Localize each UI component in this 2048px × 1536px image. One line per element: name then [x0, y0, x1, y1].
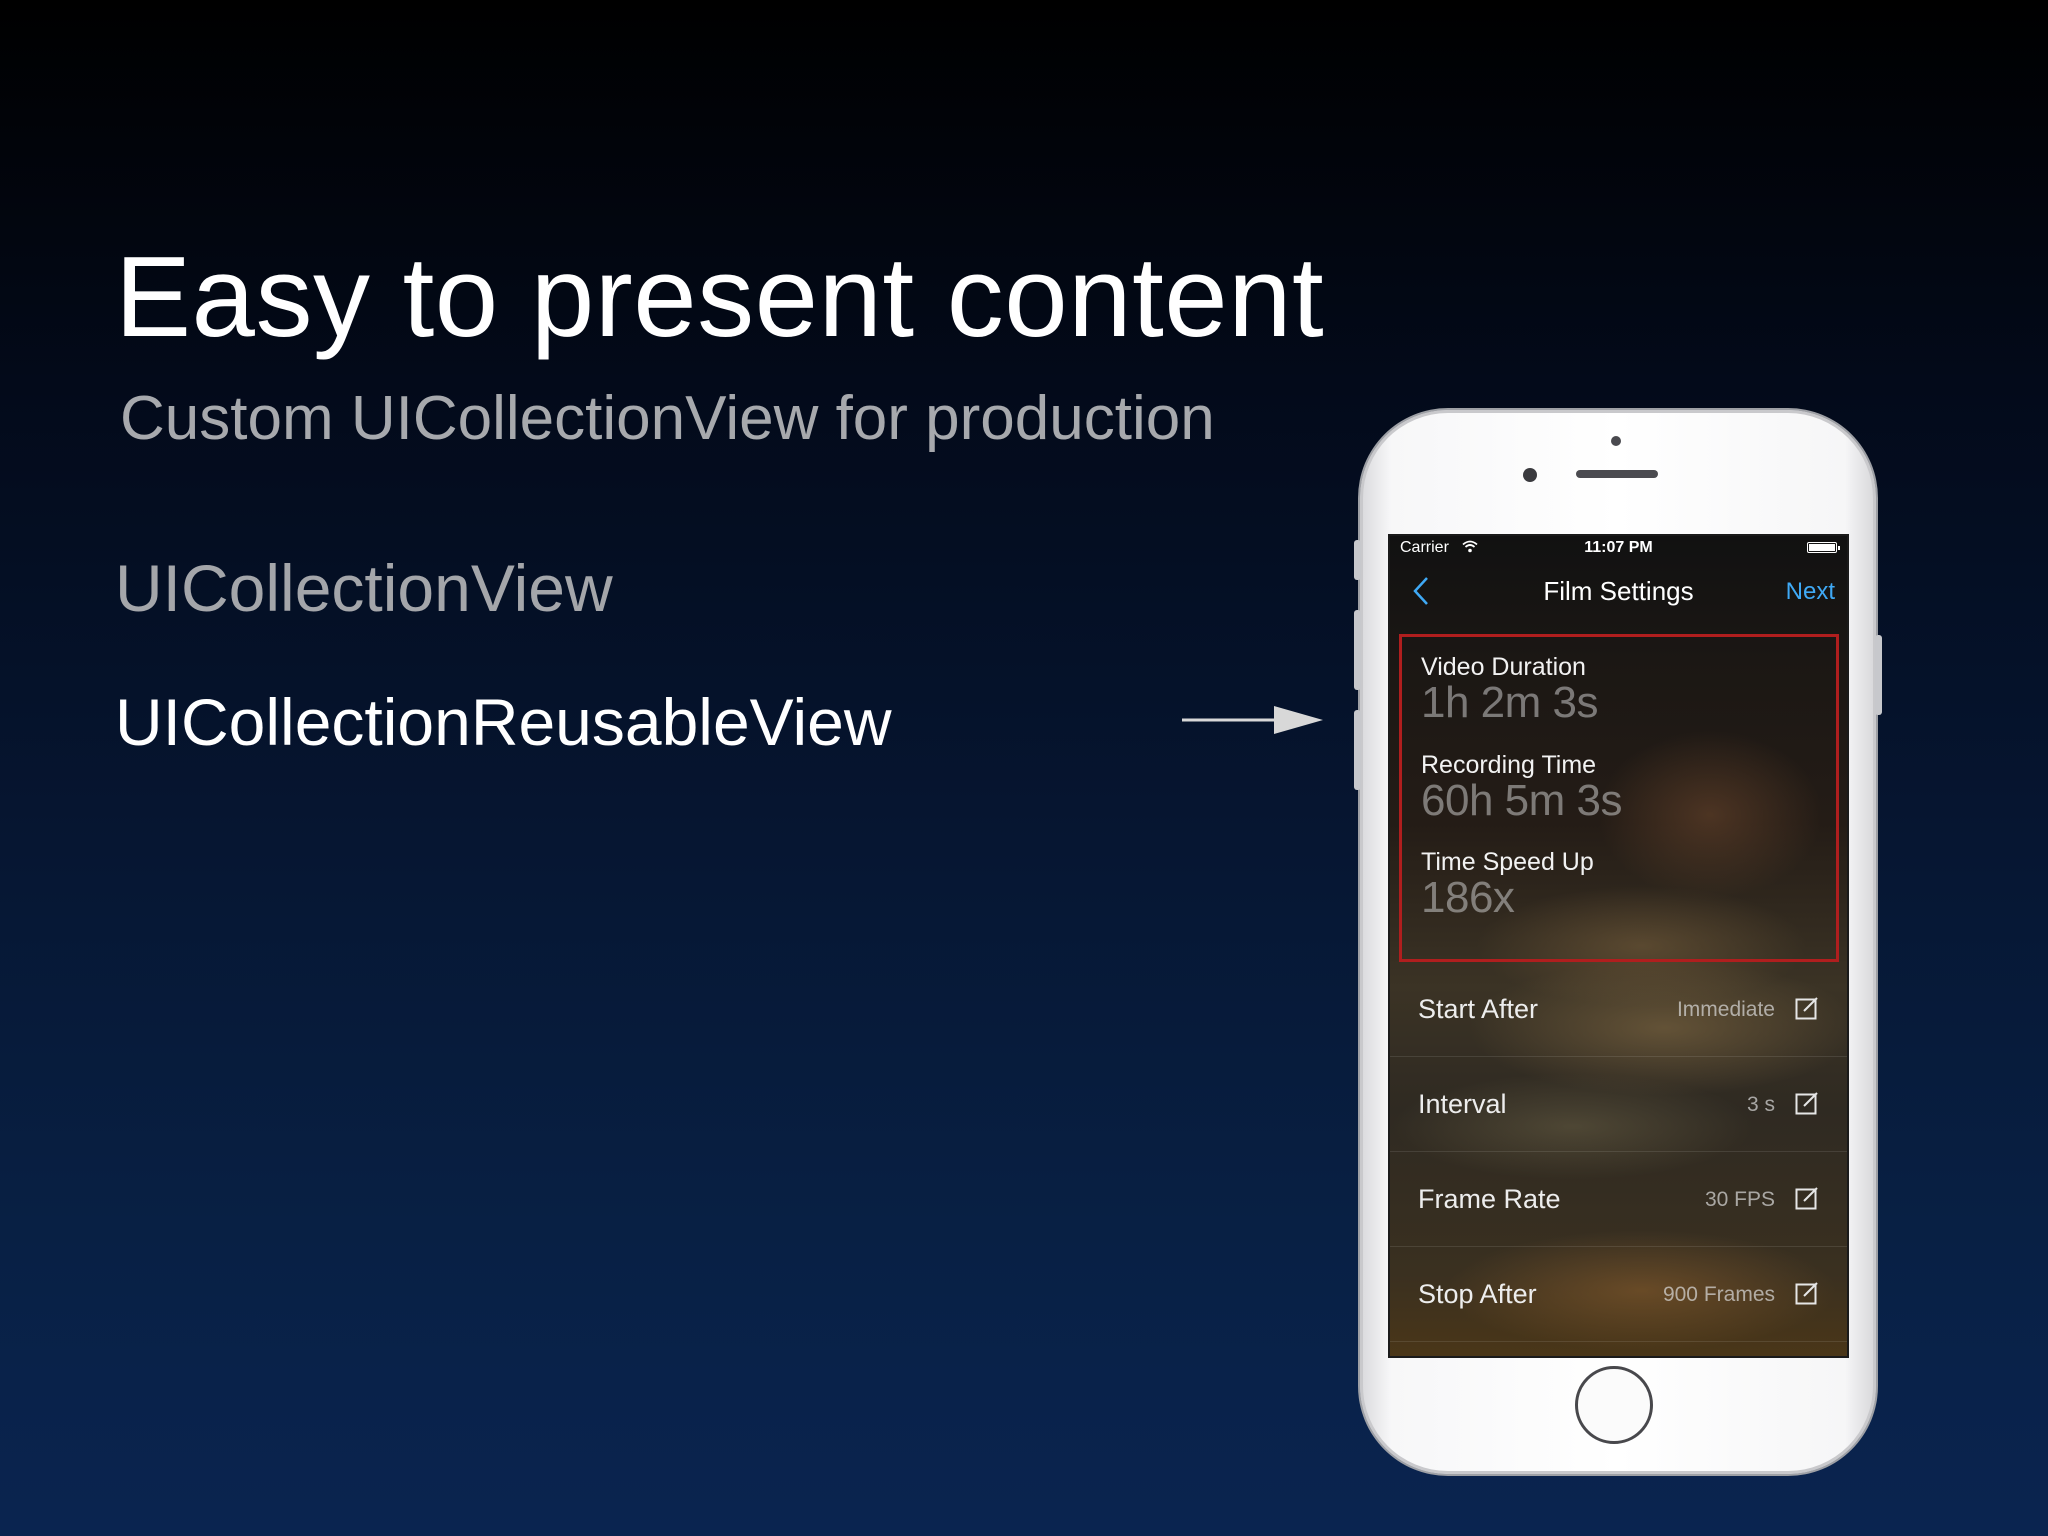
home-button[interactable] — [1575, 1366, 1653, 1444]
setting-label: Frame Rate — [1418, 1184, 1561, 1214]
status-time: 11:07 PM — [1584, 539, 1653, 556]
setting-value: 900 Frames — [1662, 1283, 1775, 1306]
edit-icon[interactable] — [1795, 1281, 1819, 1305]
nav-title: Film Settings — [1543, 576, 1694, 606]
setting-value: 3 s — [1746, 1093, 1775, 1116]
stat-time-speed-up: Time Speed Up 186x — [1421, 848, 1594, 923]
setting-value: Immediate — [1676, 998, 1775, 1021]
reusable-header-view: Video Duration 1h 2m 3s Recording Time 6… — [1399, 634, 1839, 962]
setting-label: Interval — [1418, 1089, 1507, 1119]
setting-label: Start After — [1418, 994, 1539, 1024]
setting-row-stop-after[interactable]: Stop After 900 Frames — [1390, 1247, 1847, 1342]
next-button[interactable]: Next — [1786, 578, 1835, 606]
power-button — [1875, 635, 1882, 715]
setting-label: Stop After — [1418, 1279, 1537, 1309]
edit-icon[interactable] — [1795, 996, 1819, 1020]
volume-down-button — [1354, 710, 1361, 790]
setting-row-interval[interactable]: Interval 3 s — [1390, 1057, 1847, 1152]
battery-icon — [1807, 542, 1840, 553]
bullet-uicollectionreusableview: UICollectionReusableView — [115, 685, 892, 759]
stat-value: 1h 2m 3s — [1421, 678, 1598, 727]
phone-screen: Carrier 11:07 PM Film Settings Next Vide… — [1388, 534, 1849, 1358]
edit-icon[interactable] — [1795, 1186, 1819, 1210]
setting-row-frame-rate[interactable]: Frame Rate 30 FPS — [1390, 1152, 1847, 1247]
stat-recording-time: Recording Time 60h 5m 3s — [1421, 751, 1622, 826]
slide-title: Easy to present content — [115, 234, 1325, 361]
stat-video-duration: Video Duration 1h 2m 3s — [1421, 653, 1598, 728]
earpiece-speaker — [1576, 470, 1658, 478]
bullet-uicollectionview: UICollectionView — [115, 551, 613, 625]
setting-value: 30 FPS — [1704, 1188, 1775, 1211]
edit-icon[interactable] — [1795, 1091, 1819, 1115]
setting-row-start-after[interactable]: Start After Immediate — [1390, 962, 1847, 1057]
stat-value: 186x — [1421, 873, 1515, 922]
front-camera — [1523, 468, 1537, 482]
slide-subtitle: Custom UICollectionView for production — [120, 384, 1215, 453]
proximity-sensor — [1611, 436, 1621, 446]
arrow-right-icon — [1182, 706, 1323, 734]
iphone-device: Carrier 11:07 PM Film Settings Next Vide… — [1354, 410, 1882, 1474]
stat-value: 60h 5m 3s — [1421, 776, 1622, 825]
settings-list: Start After Immediate Interval 3 s Frame… — [1390, 962, 1847, 1342]
status-bar: Carrier 11:07 PM — [1390, 536, 1847, 560]
navigation-bar: Film Settings Next — [1390, 560, 1847, 616]
volume-up-button — [1354, 610, 1361, 690]
mute-switch — [1354, 540, 1361, 580]
